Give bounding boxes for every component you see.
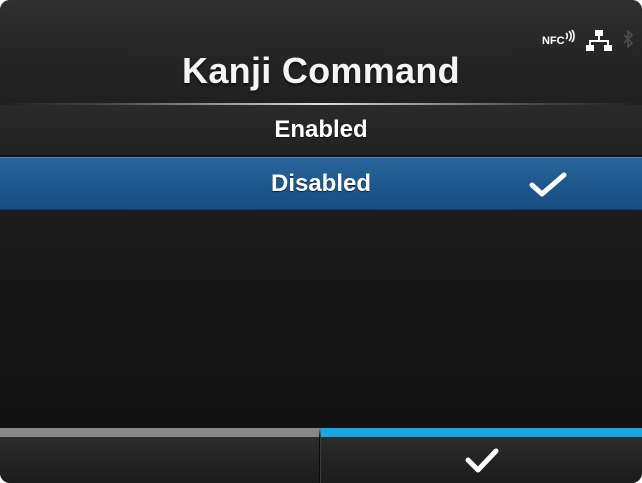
left-softkey-button[interactable] — [0, 428, 320, 483]
printer-settings-screen: NFC Kanji Command Enabled Disabled — [0, 0, 642, 483]
title-bar: NFC Kanji Command — [0, 0, 642, 105]
menu-item-enabled[interactable]: Enabled — [0, 105, 642, 156]
menu-item-label: Disabled — [270, 169, 372, 197]
checkmark-icon — [465, 448, 498, 473]
screen-title: Kanji Command — [182, 50, 460, 91]
nfc-label: NFC — [542, 35, 565, 47]
bottom-softkey-bar — [0, 428, 642, 483]
empty-list-area — [0, 210, 642, 428]
menu-item-disabled[interactable]: Disabled — [0, 157, 642, 210]
checkmark-icon — [529, 172, 567, 197]
confirm-button[interactable] — [320, 428, 642, 483]
menu-item-label: Enabled — [274, 116, 368, 143]
